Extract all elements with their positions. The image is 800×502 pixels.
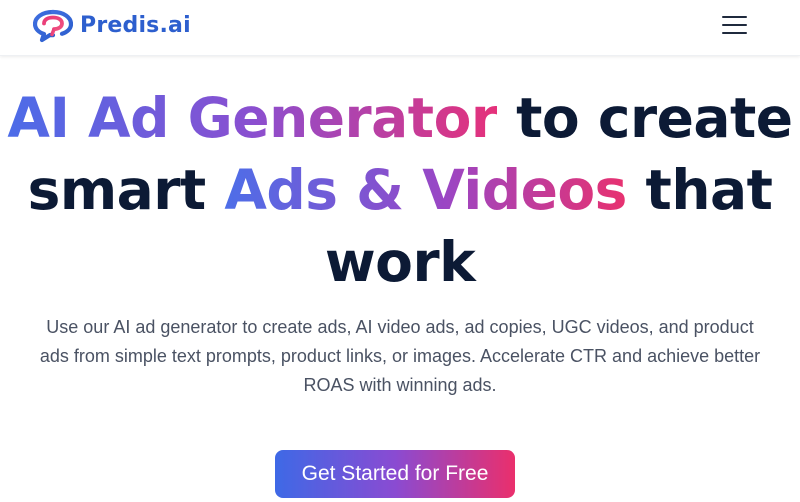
- hamburger-menu-icon[interactable]: [719, 13, 751, 41]
- menu-bar: [722, 32, 747, 35]
- brand-logo-link[interactable]: Predis.ai: [33, 9, 191, 43]
- hero-title-text: work: [324, 230, 476, 294]
- hero-subtitle: Use our AI ad generator to create ads, A…: [39, 317, 761, 395]
- menu-bar: [722, 16, 747, 19]
- speech-bubble-logo-icon: [33, 9, 73, 43]
- menu-bar: [722, 24, 747, 27]
- hero-title: AI Ad Generator to create smart Ads & Vi…: [0, 82, 800, 298]
- site-header: Predis.ai: [0, 0, 800, 56]
- hero-title-text: to create: [497, 86, 793, 150]
- get-started-button[interactable]: Get Started for Free: [275, 450, 515, 498]
- hero-title-highlight-1: AI Ad Generator: [7, 86, 498, 150]
- hero-title-text: that: [626, 158, 773, 222]
- hero-title-text: smart: [27, 158, 225, 222]
- hero-title-highlight-2: Ads & Videos: [224, 158, 627, 222]
- brand-name: Predis.ai: [80, 13, 191, 38]
